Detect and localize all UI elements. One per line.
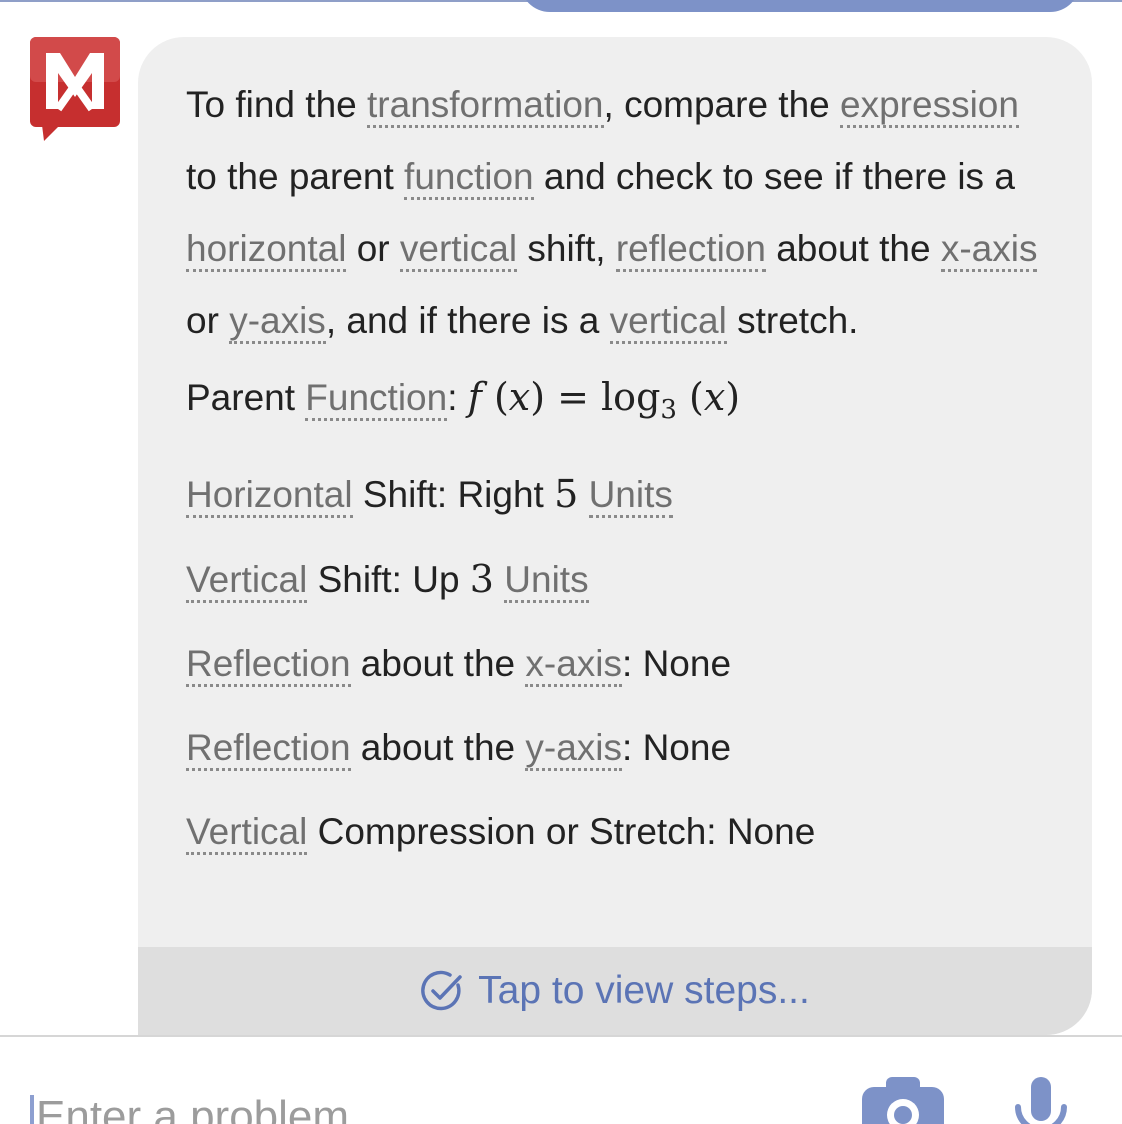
view-steps-label: Tap to view steps...	[478, 969, 810, 1012]
definition-link-units[interactable]: Units	[504, 559, 589, 603]
intro-text: shift,	[517, 228, 616, 269]
definition-link-expression[interactable]: expression	[840, 84, 1019, 128]
row-label: :	[447, 377, 468, 418]
reflection-x-row: Reflection about the x-axis: None	[186, 642, 1056, 687]
input-bar	[0, 1037, 1122, 1124]
intro-text: stretch.	[726, 300, 859, 341]
definition-link-function[interactable]: function	[404, 156, 534, 200]
intro-text: to the parent	[186, 156, 405, 197]
row-label: Shift: Up	[307, 559, 470, 600]
definition-link-reflection[interactable]: Reflection	[186, 727, 351, 771]
horizontal-shift-value: 5	[554, 472, 579, 516]
definition-link-vertical[interactable]: Vertical	[186, 811, 308, 855]
intro-text: , compare the	[603, 84, 841, 125]
intro-text: To find the	[186, 84, 368, 125]
intro-text: or	[186, 300, 230, 341]
previous-bubble-edge	[520, 0, 1080, 12]
definition-link-vertical[interactable]: Vertical	[186, 559, 308, 603]
reflection-y-row: Reflection about the y-axis: None	[186, 726, 1056, 771]
stretch-value: Compression or Stretch: None	[307, 811, 816, 852]
view-steps-button[interactable]: Tap to view steps...	[138, 947, 1092, 1035]
vertical-shift-row: Vertical Shift: Up 3 Units	[186, 557, 1056, 603]
answer-bubble: To find the transformation, compare the …	[138, 37, 1092, 1035]
definition-link-horizontal[interactable]: Horizontal	[186, 474, 353, 518]
stretch-row: Vertical Compression or Stretch: None	[186, 810, 1056, 855]
definition-link-horizontal[interactable]: horizontal	[186, 228, 347, 272]
intro-text: , and if there is a	[325, 300, 610, 341]
horizontal-shift-row: Horizontal Shift: Right 5 Units	[186, 472, 1056, 518]
row-label: Parent	[186, 377, 306, 418]
intro-text: and check to see if there is a	[533, 156, 1015, 197]
row-label: about the	[350, 727, 526, 768]
definition-link-x-axis[interactable]: x-axis	[525, 643, 623, 687]
reflection-y-value: : None	[622, 727, 732, 768]
microphone-icon[interactable]	[1010, 1077, 1072, 1124]
math-log-base: 3	[660, 395, 677, 425]
definition-link-function[interactable]: Function	[305, 377, 448, 421]
definition-link-units[interactable]: Units	[588, 474, 673, 518]
text-caret	[30, 1095, 34, 1124]
answer-content: To find the transformation, compare the …	[186, 69, 1056, 855]
mathway-logo	[30, 37, 120, 141]
camera-icon[interactable]	[862, 1077, 944, 1124]
row-label: Shift: Right	[352, 474, 555, 515]
math-x: x	[508, 375, 531, 419]
math-log: log	[601, 375, 661, 419]
definition-link-y-axis[interactable]: y-axis	[229, 300, 326, 344]
parent-function-formula: f (x) = log3 (x)	[467, 375, 741, 425]
definition-link-transformation[interactable]: transformation	[367, 84, 604, 128]
math-x: x	[703, 375, 726, 419]
definition-link-x-axis[interactable]: x-axis	[940, 228, 1038, 272]
reflection-x-value: : None	[622, 643, 732, 684]
intro-text: about the	[765, 228, 941, 269]
vertical-shift-value: 3	[469, 557, 494, 601]
parent-function-row: Parent Function: f (x) = log3 (x)	[186, 375, 1056, 432]
math-f: f	[467, 375, 482, 419]
definition-link-vertical[interactable]: vertical	[399, 228, 518, 272]
definition-link-y-axis[interactable]: y-axis	[525, 727, 623, 771]
row-label: about the	[350, 643, 526, 684]
check-circle-icon	[421, 970, 462, 1011]
problem-input[interactable]	[28, 1087, 736, 1124]
intro-paragraph: To find the transformation, compare the …	[186, 69, 1056, 357]
definition-link-vertical[interactable]: vertical	[609, 300, 727, 344]
intro-text: or	[346, 228, 400, 269]
definition-link-reflection[interactable]: Reflection	[186, 643, 351, 687]
definition-link-reflection[interactable]: reflection	[615, 228, 766, 272]
